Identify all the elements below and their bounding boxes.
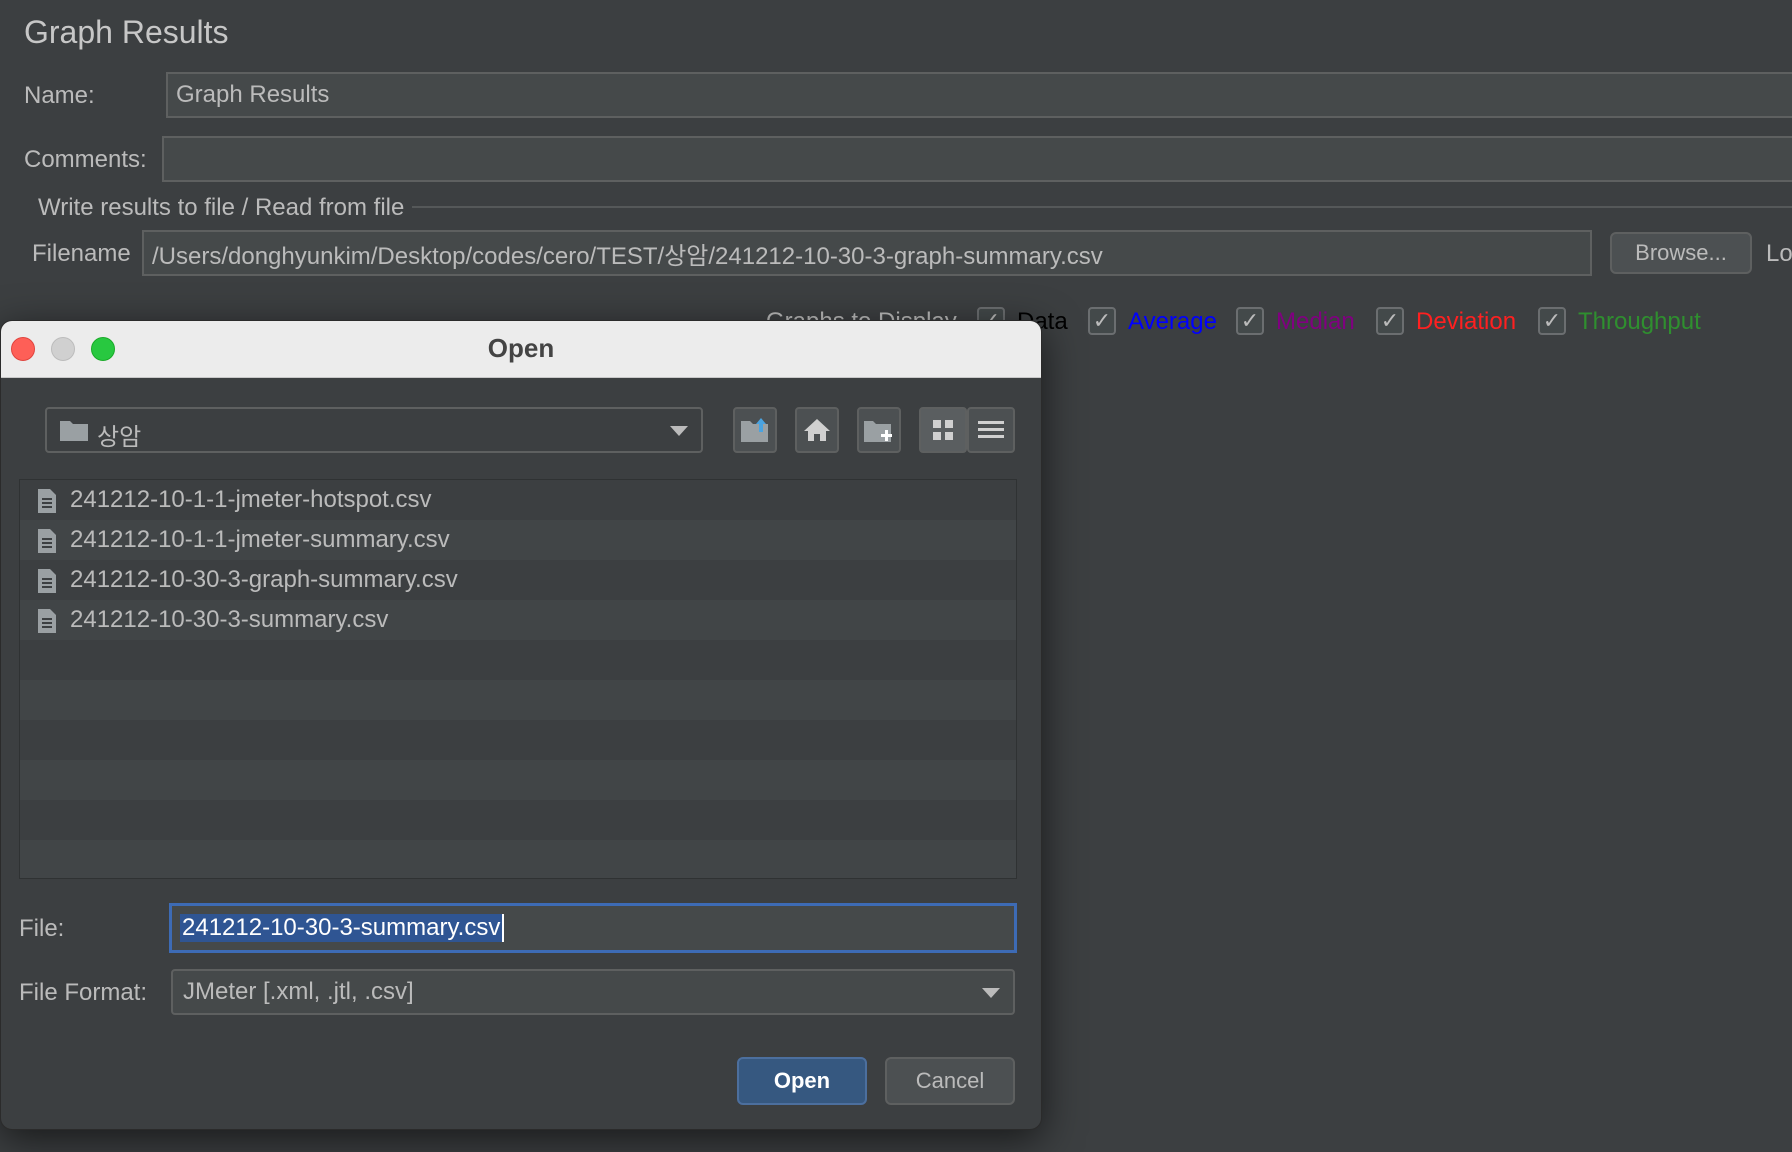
chevron-down-icon	[982, 988, 1000, 998]
file-name: 241212-10-1-1-jmeter-summary.csv	[70, 526, 450, 553]
dialog-title: Open	[487, 333, 555, 363]
file-list[interactable]: 241212-10-1-1-jmeter-hotspot.csv 241212-…	[19, 479, 1017, 879]
cancel-button-label: Cancel	[915, 1068, 985, 1093]
file-icon	[38, 609, 56, 633]
home-icon	[804, 419, 830, 441]
filename-label: Filename	[32, 240, 131, 267]
file-name-input[interactable]: 241212-10-30-3-summary.csv	[169, 903, 1017, 953]
home-button[interactable]	[795, 407, 839, 453]
folder-icon	[60, 421, 88, 441]
grid-view-icon	[933, 420, 953, 440]
file-label: File:	[19, 915, 65, 942]
group-title: Write results to file / Read from file	[30, 194, 413, 222]
file-icon	[38, 569, 56, 593]
file-icon	[38, 489, 56, 513]
file-row[interactable]: 241212-10-1-1-jmeter-summary.csv	[20, 520, 1016, 560]
throughput-label: Throughput	[1578, 308, 1701, 335]
file-name-input-value: 241212-10-30-3-summary.csv	[180, 914, 503, 942]
file-name: 241212-10-1-1-jmeter-hotspot.csv	[70, 486, 432, 513]
up-folder-icon	[741, 418, 768, 442]
average-checkbox[interactable]: ✓	[1088, 307, 1116, 335]
file-icon	[38, 529, 56, 553]
text-caret	[502, 914, 505, 942]
log-label: Lo	[1766, 240, 1792, 267]
file-row[interactable]: 241212-10-30-3-summary.csv	[20, 600, 1016, 640]
list-view-button[interactable]	[967, 407, 1015, 453]
dialog-titlebar: Open	[1, 321, 1041, 378]
deviation-label: Deviation	[1416, 308, 1517, 335]
file-row[interactable]: 241212-10-30-3-graph-summary.csv	[20, 560, 1016, 600]
grid-view-button[interactable]	[919, 407, 967, 453]
file-format-label: File Format:	[19, 979, 148, 1006]
open-dialog: Open 상암 241212-10-1-1-jmeter-hotspot.csv…	[0, 320, 1042, 1130]
folder-name: 상암	[97, 424, 142, 451]
browse-button-label: Browse...	[1635, 240, 1727, 265]
new-folder-icon	[864, 421, 892, 442]
file-format-select[interactable]: JMeter [.xml, .jtl, .csv]	[171, 969, 1015, 1015]
open-button[interactable]: Open	[737, 1057, 867, 1105]
name-field[interactable]: Graph Results	[166, 72, 1792, 118]
browse-button[interactable]: Browse...	[1610, 232, 1752, 274]
chevron-down-icon	[670, 426, 688, 436]
throughput-checkbox[interactable]: ✓	[1538, 307, 1566, 335]
comments-field[interactable]	[162, 136, 1792, 182]
panel-title: Graph Results	[24, 14, 229, 50]
filename-field[interactable]: /Users/donghyunkim/Desktop/codes/cero/TE…	[142, 230, 1592, 276]
deviation-checkbox[interactable]: ✓	[1376, 307, 1404, 335]
median-label: Median	[1276, 308, 1355, 335]
name-label: Name:	[24, 82, 95, 109]
filename-field-value: /Users/donghyunkim/Desktop/codes/cero/TE…	[152, 242, 1103, 270]
comments-label: Comments:	[24, 146, 147, 173]
file-row[interactable]: 241212-10-1-1-jmeter-hotspot.csv	[20, 480, 1016, 520]
folder-combo[interactable]: 상암	[45, 407, 703, 453]
file-name: 241212-10-30-3-graph-summary.csv	[70, 566, 458, 593]
name-field-value: Graph Results	[176, 81, 330, 108]
average-label: Average	[1128, 308, 1217, 335]
file-format-value: JMeter [.xml, .jtl, .csv]	[183, 978, 414, 1005]
up-folder-button[interactable]	[733, 407, 777, 453]
new-folder-button[interactable]	[857, 407, 901, 453]
cancel-button[interactable]: Cancel	[885, 1057, 1015, 1105]
median-checkbox[interactable]: ✓	[1236, 307, 1264, 335]
file-name: 241212-10-30-3-summary.csv	[70, 606, 389, 633]
list-view-icon	[978, 421, 1004, 438]
open-button-label: Open	[773, 1068, 831, 1093]
